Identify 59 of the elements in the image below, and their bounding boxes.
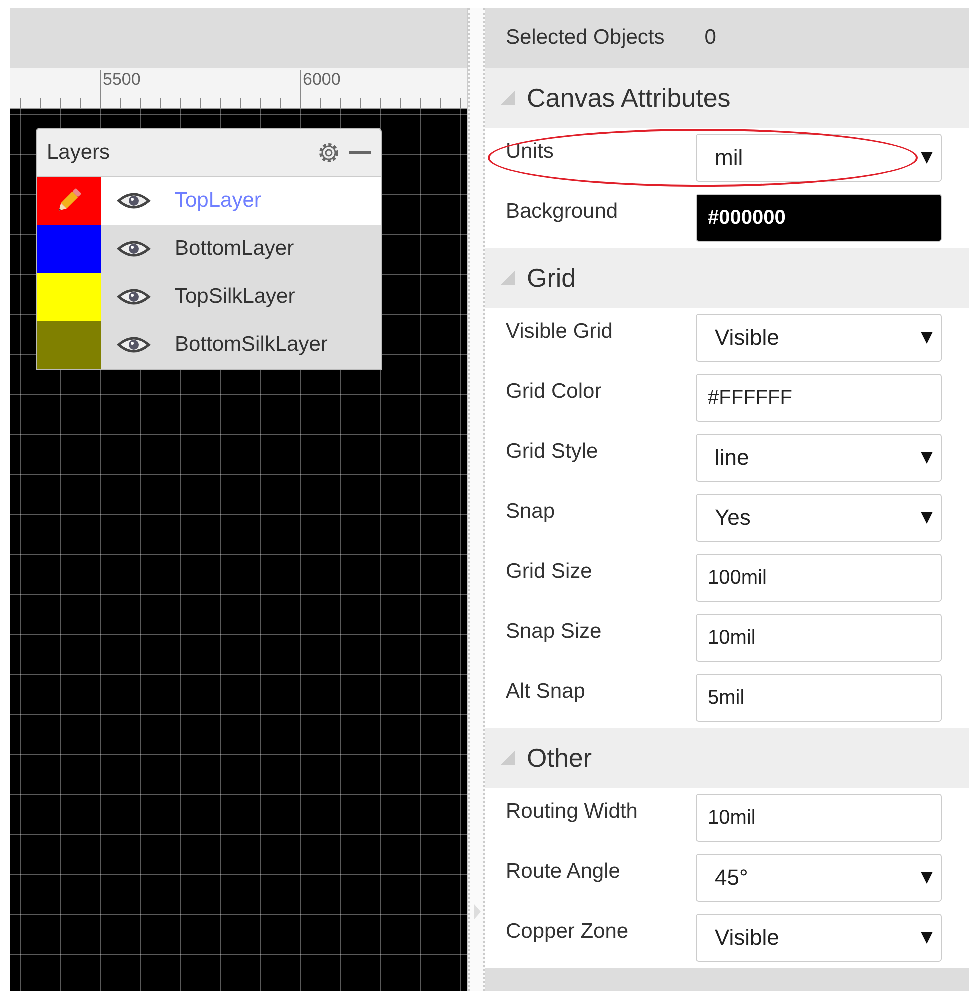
layer-name: BottomSilkLayer: [175, 333, 328, 357]
property-label: Grid Color: [505, 380, 603, 404]
property-label: Routing Width: [505, 800, 639, 824]
pcb-canvas[interactable]: Layers TopLayer BottomLayer TopSilkLayer BottomSilkLayer: [10, 109, 467, 991]
property-label: Background: [505, 200, 620, 224]
property-label: Snap Size: [505, 620, 603, 644]
color-field[interactable]: #000000: [696, 194, 942, 242]
property-label: Copper Zone: [505, 920, 630, 944]
layer-color-swatch[interactable]: [37, 321, 101, 369]
settings-icon[interactable]: [317, 140, 341, 164]
section-title: Other: [527, 742, 592, 774]
input-field[interactable]: 5mil: [696, 674, 942, 722]
triangle-icon: [501, 751, 515, 765]
caret-icon: [921, 332, 933, 344]
ruler-label: 6000: [300, 70, 341, 106]
dropdown[interactable]: mil: [696, 134, 942, 182]
caret-icon: [921, 512, 933, 524]
property-label: Grid Size: [505, 560, 594, 584]
dropdown[interactable]: Visible: [696, 314, 942, 362]
property-label: Units: [505, 140, 555, 164]
caret-icon: [921, 152, 933, 164]
input-field[interactable]: 100mil: [696, 554, 942, 602]
section-title: Canvas Attributes: [527, 82, 731, 114]
input-field[interactable]: #FFFFFF: [696, 374, 942, 422]
minimize-icon[interactable]: [349, 150, 371, 154]
layer-name: TopLayer: [175, 189, 262, 213]
caret-icon: [921, 932, 933, 944]
eye-icon[interactable]: [117, 191, 151, 211]
layer-color-swatch[interactable]: [37, 225, 101, 273]
layer-color-swatch[interactable]: [37, 177, 101, 225]
section-header[interactable]: Other: [485, 728, 969, 788]
section-header[interactable]: Grid: [485, 248, 969, 308]
layer-color-swatch[interactable]: [37, 273, 101, 321]
dropdown[interactable]: Visible: [696, 914, 942, 962]
eye-icon[interactable]: [117, 239, 151, 259]
layer-name: TopSilkLayer: [175, 285, 296, 309]
section-header[interactable]: Canvas Attributes: [485, 68, 969, 128]
triangle-icon: [501, 91, 515, 105]
eye-icon[interactable]: [117, 287, 151, 307]
dropdown[interactable]: Yes: [696, 494, 942, 542]
property-label: Visible Grid: [505, 320, 614, 344]
selected-objects-count: 0: [704, 26, 716, 50]
caret-icon: [921, 452, 933, 464]
property-label: Route Angle: [505, 860, 622, 884]
input-field[interactable]: 10mil: [696, 794, 942, 842]
property-label: Snap: [505, 500, 556, 524]
panel-title: Layers: [47, 140, 112, 164]
dropdown[interactable]: 45°: [696, 854, 942, 902]
layer-name: BottomLayer: [175, 237, 294, 261]
caret-icon: [921, 872, 933, 884]
selected-objects-label: Selected Objects: [506, 26, 665, 50]
property-label: Alt Snap: [505, 680, 586, 704]
input-field[interactable]: 10mil: [696, 614, 942, 662]
triangle-icon: [501, 271, 515, 285]
ruler-label: 5500: [100, 70, 141, 106]
dropdown[interactable]: line: [696, 434, 942, 482]
eye-icon[interactable]: [117, 335, 151, 355]
property-label: Grid Style: [505, 440, 600, 464]
section-title: Grid: [527, 262, 576, 294]
